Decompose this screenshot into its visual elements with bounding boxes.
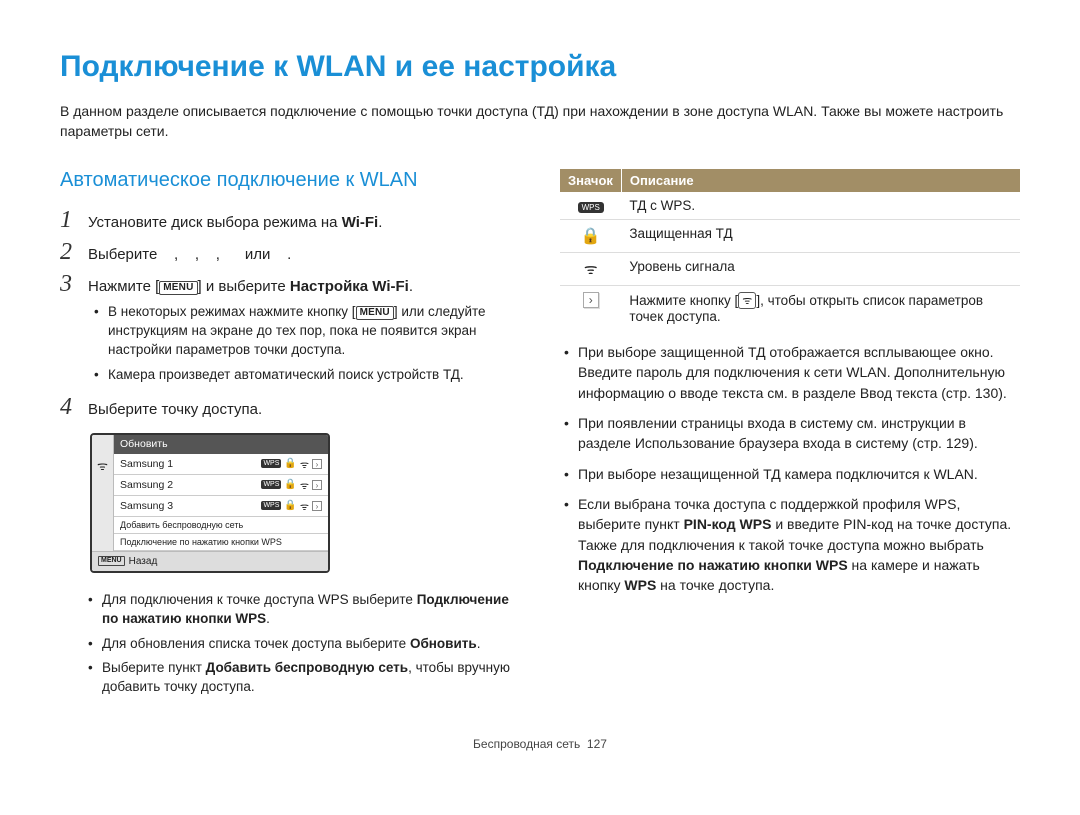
chevron-right-icon: › xyxy=(312,459,322,469)
wps-icon: WPS xyxy=(261,501,281,510)
menu-button-icon: MENU xyxy=(98,556,125,566)
step-number: 3 xyxy=(60,272,88,297)
page-footer: Беспроводная сеть 127 xyxy=(60,737,1020,751)
lock-icon: 🔒 xyxy=(581,228,601,245)
wifi-glyph: Wi-Fi xyxy=(342,214,379,231)
step-text: Установите диск выбора режима на Wi-Fi. xyxy=(88,208,520,234)
step-number: 4 xyxy=(60,395,88,420)
intro-text: В данном разделе описывается подключение… xyxy=(60,102,1020,141)
cs-add-network: Добавить беспроводную сеть xyxy=(114,517,328,534)
lock-icon: 🔒 xyxy=(284,479,296,490)
right-column: Значок Описание WPS ТД с WPS. 🔒 Защищенн… xyxy=(560,169,1020,707)
wps-icon: WPS xyxy=(261,480,281,489)
step-text: Выберите , , , или . xyxy=(88,240,520,266)
cs-network-row: Samsung 3 WPS 🔒 ᯤ › xyxy=(114,496,328,517)
bullet-item: В некоторых режимах нажмите кнопку [MENU… xyxy=(94,303,520,360)
bullet-item: При появлении страницы входа в систему с… xyxy=(560,413,1020,454)
bullet-item: Для обновления списка точек доступа выбе… xyxy=(88,635,520,654)
bullet-item: Если выбрана точка доступа с поддержкой … xyxy=(560,494,1020,595)
table-header-icon: Значок xyxy=(560,169,621,192)
table-header-desc: Описание xyxy=(621,169,1020,192)
step-text: Выберите точку доступа. xyxy=(88,395,520,421)
chevron-right-icon: › xyxy=(312,501,322,511)
chevron-right-icon: › xyxy=(583,292,599,308)
icon-desc: Нажмите кнопку [ᯤ], чтобы открыть список… xyxy=(621,286,1020,331)
back-label: Назад xyxy=(129,556,158,567)
cs-network-row: Samsung 1 WPS 🔒 ᯤ › xyxy=(114,454,328,475)
bullet-item: Камера произведет автоматический поиск у… xyxy=(94,366,520,385)
step-number: 2 xyxy=(60,240,88,265)
lock-icon: 🔒 xyxy=(284,500,296,511)
signal-icon: ᯤ xyxy=(300,457,309,471)
menu-button-icon: MENU xyxy=(356,306,394,320)
lock-icon: 🔒 xyxy=(284,458,296,469)
signal-icon: ᯤ xyxy=(584,261,598,278)
wifi-icon: ᯤ xyxy=(97,457,108,474)
menu-button-icon: MENU xyxy=(159,281,197,295)
cs-wps-connect: Подключение по нажатию кнопки WPS xyxy=(114,534,328,551)
step3-bullets: В некоторых режимах нажмите кнопку [MENU… xyxy=(94,303,520,385)
left-column: Автоматическое подключение к WLAN 1 Уста… xyxy=(60,169,520,707)
signal-icon: ᯤ xyxy=(300,478,309,492)
signal-icon: ᯤ xyxy=(300,499,309,513)
cs-network-row: Samsung 2 WPS 🔒 ᯤ › xyxy=(114,475,328,496)
wps-icon: WPS xyxy=(261,459,281,468)
bullet-item: Выберите пункт Добавить беспроводную сет… xyxy=(88,659,520,697)
camera-screen-illustration: ᯤ Обновить Samsung 1 WPS 🔒 ᯤ › xyxy=(90,433,330,573)
icon-desc: Защищенная ТД xyxy=(621,220,1020,253)
section-heading: Автоматическое подключение к WLAN xyxy=(60,169,520,192)
wps-icon: WPS xyxy=(578,202,604,213)
icon-legend-table: Значок Описание WPS ТД с WPS. 🔒 Защищенн… xyxy=(560,169,1020,330)
step-text: Нажмите [MENU] и выберите Настройка Wi-F… xyxy=(88,272,520,298)
bullet-item: Для подключения к точке доступа WPS выбе… xyxy=(88,591,520,629)
bullet-item: При выборе защищенной ТД отображается вс… xyxy=(560,342,1020,403)
bullet-item: При выборе незащищенной ТД камера подклю… xyxy=(560,464,1020,484)
step-number: 1 xyxy=(60,208,88,233)
chevron-right-icon: › xyxy=(312,480,322,490)
icon-desc: ТД с WPS. xyxy=(621,192,1020,220)
page-title: Подключение к WLAN и ее настройка xyxy=(60,50,1020,84)
icon-desc: Уровень сигнала xyxy=(621,253,1020,286)
signal-icon: ᯤ xyxy=(738,292,756,309)
cs-refresh: Обновить xyxy=(114,435,328,454)
